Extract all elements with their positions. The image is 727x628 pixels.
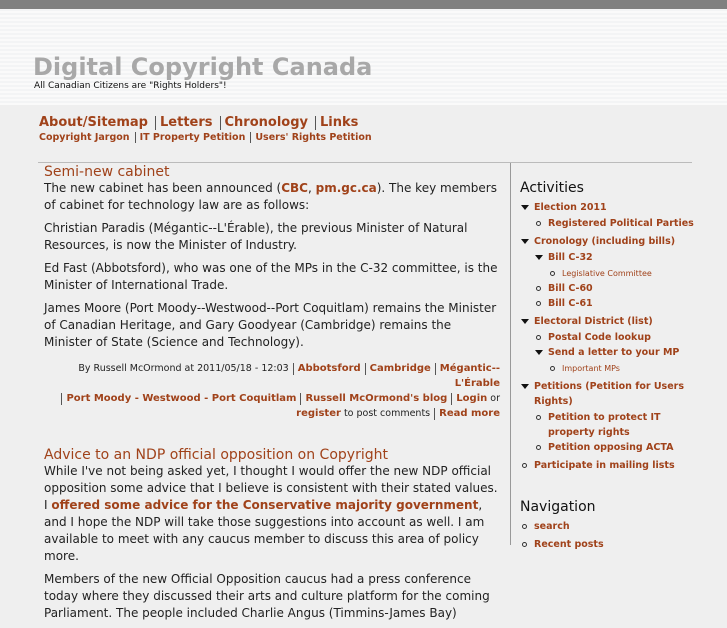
menu-bill-c32[interactable]: Bill C-32 — [548, 252, 593, 263]
post-meta: By Russell McOrmond at 2011/05/18 - 12:0… — [44, 361, 500, 421]
text: The new cabinet has been announced ( — [44, 181, 282, 195]
divider — [510, 163, 511, 545]
paragraph: Ed Fast (Abbotsford), who was one of the… — [44, 261, 498, 292]
menu-election-2011[interactable]: Election 2011 — [534, 202, 607, 213]
post-title[interactable]: Advice to an NDP official opposition on … — [44, 447, 388, 463]
menu-postal-code[interactable]: Postal Code lookup — [548, 332, 651, 343]
site-slogan: All Canadian Citizens are "Rights Holder… — [34, 81, 227, 91]
site-header: Digital Copyright Canada All Canadian Ci… — [0, 9, 727, 105]
register-link[interactable]: register — [296, 408, 341, 419]
text: to post comments — [340, 408, 431, 419]
nav-about-sitemap[interactable]: About/Sitemap — [39, 115, 148, 130]
blog-link[interactable]: Russell McOrmond's blog — [305, 393, 447, 404]
menu-send-letter[interactable]: Send a letter to your MP — [548, 347, 679, 358]
menu-bill-c60[interactable]: Bill C-60 — [548, 283, 593, 294]
tag-link[interactable]: Mégantic--L'Érable — [440, 363, 500, 389]
menu-electoral-district[interactable]: Electoral District (list) — [534, 316, 653, 327]
cbc-link[interactable]: CBC — [281, 181, 308, 195]
nav-copyright-jargon[interactable]: Copyright Jargon — [39, 132, 130, 143]
navigation-menu: search Recent posts — [520, 519, 720, 552]
menu-political-parties[interactable]: Registered Political Parties — [548, 218, 694, 229]
tag-link[interactable]: Cambridge — [370, 363, 431, 374]
menu-petition-acta[interactable]: Petition opposing ACTA — [548, 442, 673, 453]
post: Semi-new cabinet The new cabinet has bee… — [44, 163, 500, 421]
site-title[interactable]: Digital Copyright Canada — [33, 53, 372, 81]
paragraph: Members of the new Official Opposition c… — [44, 572, 490, 620]
pm-link[interactable]: pm.gc.ca — [316, 181, 377, 195]
paragraph: James Moore (Port Moody--Westwood--Port … — [44, 301, 497, 349]
menu-petition-it[interactable]: Petition to protect IT property rights — [548, 412, 660, 438]
post: Advice to an NDP official opposition on … — [44, 446, 500, 622]
menu-legislative-committee[interactable]: Legislative Committee — [562, 269, 652, 278]
login-link[interactable]: Login — [456, 393, 487, 404]
paragraph: Christian Paradis (Mégantic--L'Érable), … — [44, 221, 468, 252]
menu-bill-c61[interactable]: Bill C-61 — [548, 298, 593, 309]
tag-link[interactable]: Port Moody - Westwood - Port Coquitlam — [66, 393, 296, 404]
read-more-link[interactable]: Read more — [439, 408, 500, 419]
main-content: Semi-new cabinet The new cabinet has bee… — [44, 163, 500, 628]
tag-link[interactable]: Abbotsford — [298, 363, 361, 374]
nav-links[interactable]: Links — [320, 115, 358, 130]
text: or — [487, 393, 500, 404]
advice-link[interactable]: offered some advice for the Conservative… — [51, 498, 478, 512]
byline: By Russell McOrmond at 2011/05/18 - 12:0… — [78, 363, 289, 374]
menu-important-mps[interactable]: Important MPs — [562, 364, 620, 373]
menu-petitions[interactable]: Petitions (Petition for Users Rights) — [534, 381, 684, 407]
menu-chronology[interactable]: Cronology (including bills) — [534, 236, 675, 247]
nav-chronology[interactable]: Chronology — [225, 115, 309, 130]
navigation-heading: Navigation — [520, 499, 596, 515]
menu-search[interactable]: search — [534, 521, 570, 532]
text: , — [307, 181, 316, 195]
activities-heading: Activities — [520, 180, 584, 196]
primary-nav: About/Sitemap Letters Chronology Links Copy… — [0, 105, 727, 163]
sidebar: Activities Election 2011 Registered Poli… — [520, 180, 720, 555]
nav-letters[interactable]: Letters — [160, 115, 213, 130]
nav-users-rights-petition[interactable]: Users' Rights Petition — [255, 132, 371, 143]
activities-menu: Election 2011 Registered Political Parti… — [520, 200, 720, 473]
top-bar — [0, 0, 727, 9]
nav-it-property-petition[interactable]: IT Property Petition — [140, 132, 246, 143]
post-title[interactable]: Semi-new cabinet — [44, 164, 170, 180]
menu-mailing-lists[interactable]: Participate in mailing lists — [534, 460, 675, 471]
